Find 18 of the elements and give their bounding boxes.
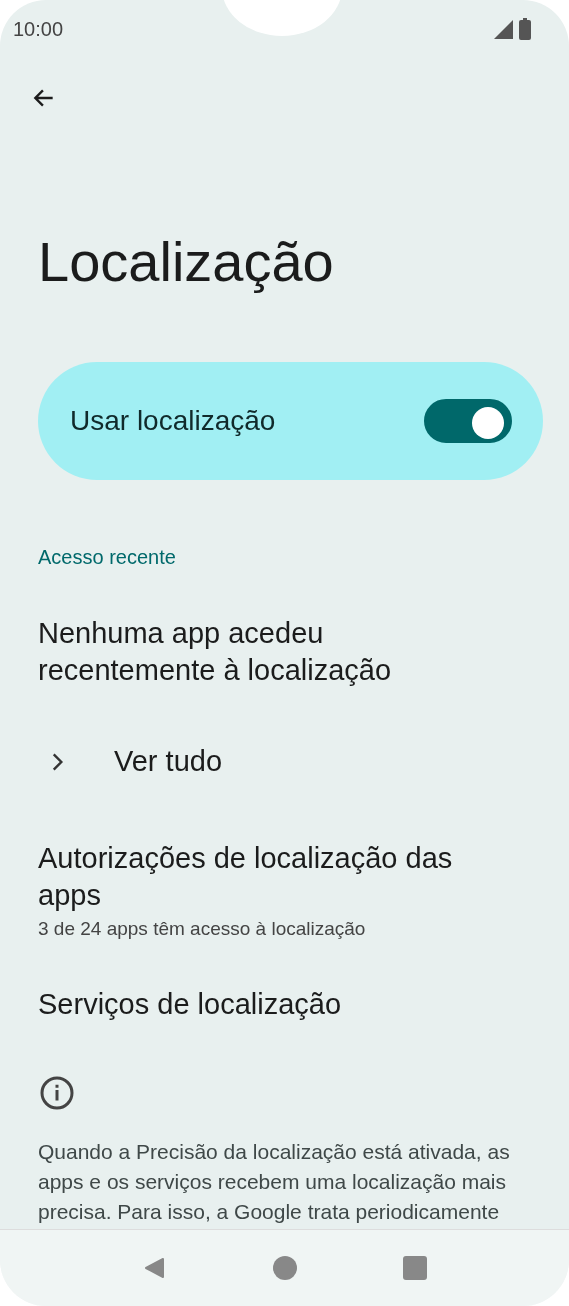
signal-icon xyxy=(494,19,513,39)
list-item[interactable]: Ver tudo xyxy=(114,743,223,780)
back-nav-icon[interactable] xyxy=(142,1256,167,1280)
item-summary: 3 de 24 apps têm acesso à localização xyxy=(38,918,367,940)
list-item[interactable]: Nenhuma app acedeu recentemente à localização xyxy=(38,615,499,689)
toggle-switch[interactable] xyxy=(424,399,512,443)
switch-card[interactable]: Usar localização xyxy=(38,362,543,480)
status-time: 10:00 xyxy=(13,17,64,41)
home-icon[interactable] xyxy=(272,1256,297,1280)
section-header: Acesso recente xyxy=(38,546,177,569)
list-item[interactable]: Serviços de localização xyxy=(38,986,499,1023)
info-paragraph: Quando a Precisão da localização está ativada, as apps e os serviços recebem uma localização mais precisa. Para isso, a Google trata periodicamente xyxy=(38,1139,511,1225)
switch-label: Usar localização xyxy=(70,405,276,437)
recents-icon[interactable] xyxy=(402,1256,427,1280)
info-icon xyxy=(39,1075,75,1111)
battery-icon xyxy=(519,18,531,40)
list-item[interactable]: Autorizações de localização das apps xyxy=(38,840,499,914)
page-title: Localização xyxy=(38,230,335,294)
